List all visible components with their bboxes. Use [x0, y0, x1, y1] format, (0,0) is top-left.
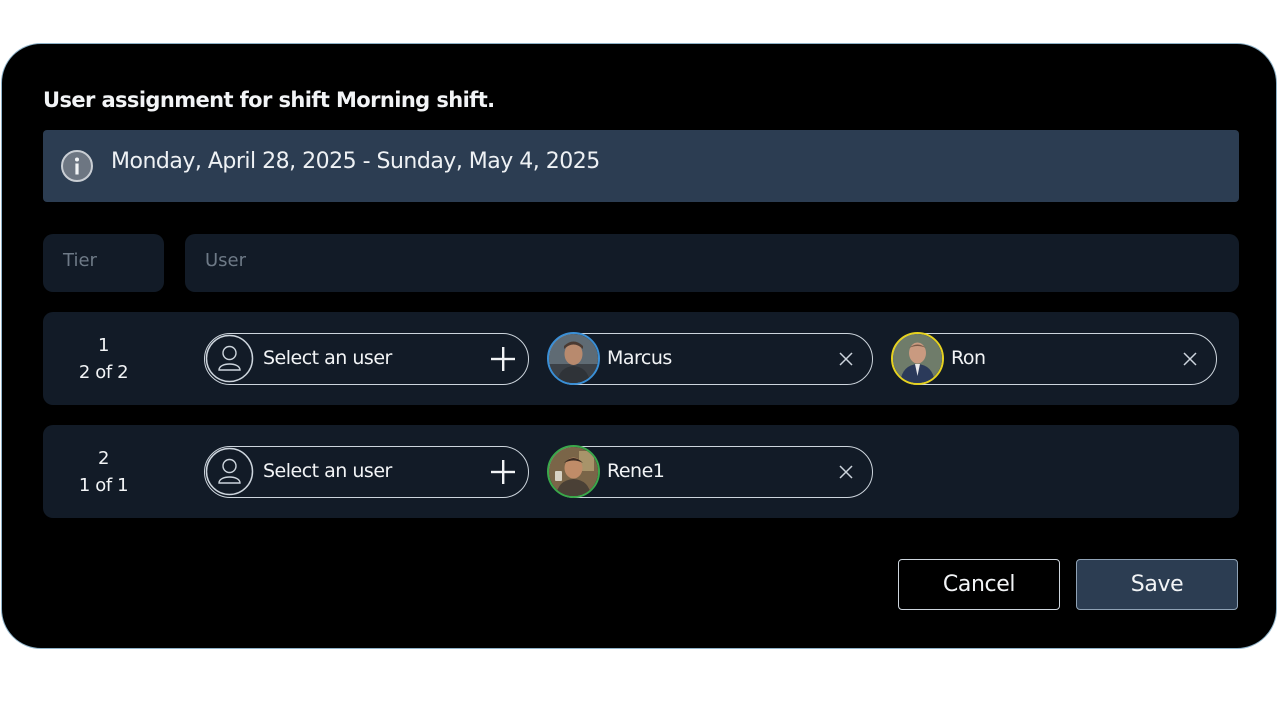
tier-number: 2	[97, 448, 110, 469]
date-range-text: Monday, April 28, 2025 - Sunday, May 4, …	[111, 149, 600, 174]
dialog-title: User assignment for shift Morning shift.	[43, 88, 495, 112]
tier-row-1: 1 2 of 2 Select an user Marcus Ron	[43, 312, 1239, 405]
avatar	[547, 445, 600, 498]
assigned-user-chip-ron: Ron	[891, 332, 1217, 385]
tier-assigned-count: 1 of 1	[78, 475, 129, 496]
assigned-user-name: Rene1	[607, 460, 665, 482]
cancel-button[interactable]: Cancel	[898, 559, 1060, 610]
assigned-user-name: Ron	[951, 347, 986, 369]
select-user-label: Select an user	[263, 347, 392, 369]
select-user-dropdown[interactable]: Select an user	[204, 446, 529, 498]
tier-info: 1 2 of 2	[43, 332, 164, 386]
info-icon	[60, 149, 94, 183]
user-placeholder-icon	[205, 334, 254, 383]
column-header-tier: Tier	[43, 234, 164, 292]
tier-assigned-count: 2 of 2	[78, 362, 129, 383]
tier-row-2: 2 1 of 1 Select an user Rene1	[43, 425, 1239, 518]
remove-user-close-icon[interactable]	[838, 351, 854, 367]
assigned-user-name: Marcus	[607, 347, 672, 369]
assigned-user-chip-marcus: Marcus	[547, 332, 873, 385]
tier-number: 1	[97, 335, 110, 356]
save-button[interactable]: Save	[1076, 559, 1238, 610]
select-user-label: Select an user	[263, 460, 392, 482]
remove-user-close-icon[interactable]	[838, 464, 854, 480]
remove-user-close-icon[interactable]	[1182, 351, 1198, 367]
avatar	[891, 332, 944, 385]
select-user-dropdown[interactable]: Select an user	[204, 333, 529, 385]
assigned-user-chip-rene1: Rene1	[547, 445, 873, 498]
column-header-user: User	[185, 234, 1239, 292]
add-user-plus-icon[interactable]	[490, 459, 516, 485]
date-range-banner: Monday, April 28, 2025 - Sunday, May 4, …	[43, 130, 1239, 202]
user-assignment-dialog: User assignment for shift Morning shift.…	[1, 43, 1277, 649]
user-placeholder-icon	[205, 447, 254, 496]
avatar	[547, 332, 600, 385]
tier-info: 2 1 of 1	[43, 445, 164, 499]
add-user-plus-icon[interactable]	[490, 346, 516, 372]
